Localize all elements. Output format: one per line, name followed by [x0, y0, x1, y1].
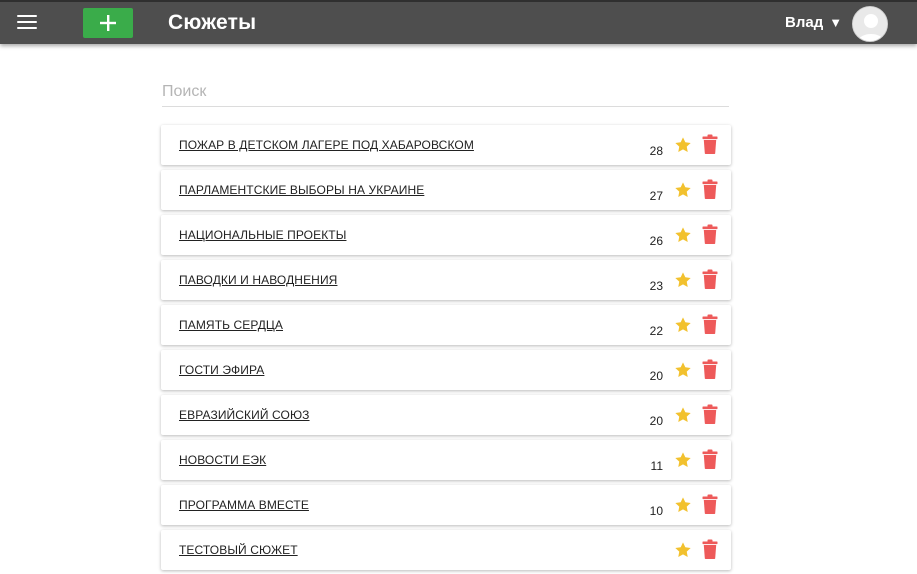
story-count: 28 [649, 144, 663, 158]
story-count: 11 [650, 459, 663, 473]
star-icon[interactable] [674, 451, 692, 469]
avatar[interactable] [852, 6, 888, 42]
caret-down-icon: ▼ [829, 15, 843, 30]
story-count: 26 [649, 234, 663, 248]
star-icon[interactable] [674, 361, 692, 379]
story-count: 22 [649, 324, 663, 338]
trash-icon[interactable] [702, 269, 718, 289]
list-item: ПОЖАР В ДЕТСКОМ ЛАГЕРЕ ПОД ХАБАРОВСКОМ 2… [161, 125, 731, 165]
trash-icon[interactable] [702, 539, 718, 559]
star-icon[interactable] [674, 181, 692, 199]
story-count: 10 [649, 504, 663, 518]
story-title-link[interactable]: ГОСТИ ЭФИРА [179, 363, 264, 377]
story-title-link[interactable]: ЕВРАЗИЙСКИЙ СОЮЗ [179, 408, 310, 422]
list-item: ЕВРАЗИЙСКИЙ СОЮЗ 20 [161, 395, 731, 435]
trash-icon[interactable] [702, 134, 718, 154]
search-input[interactable] [162, 80, 729, 104]
trash-icon[interactable] [702, 224, 718, 244]
plus-icon [100, 15, 116, 31]
add-story-button[interactable] [83, 8, 133, 38]
trash-icon[interactable] [702, 314, 718, 334]
user-menu[interactable]: Влад ▼ [785, 14, 842, 31]
page-title: Сюжеты [168, 11, 257, 34]
story-title-link[interactable]: НОВОСТИ ЕЭК [179, 453, 266, 467]
story-title-link[interactable]: ПРОГРАММА ВМЕСТЕ [179, 498, 309, 512]
star-icon[interactable] [674, 226, 692, 244]
story-count: 23 [649, 279, 663, 293]
story-title-link[interactable]: ТЕСТОВЫЙ СЮЖЕТ [179, 543, 298, 557]
star-icon[interactable] [674, 406, 692, 424]
story-count: 20 [649, 369, 663, 383]
story-title-link[interactable]: ПАВОДКИ И НАВОДНЕНИЯ [179, 273, 337, 287]
hamburger-menu-icon[interactable] [17, 13, 39, 31]
user-avatar-icon [853, 7, 887, 41]
star-icon[interactable] [674, 541, 692, 559]
user-name: Влад [785, 14, 824, 31]
star-icon[interactable] [674, 271, 692, 289]
trash-icon[interactable] [702, 494, 718, 514]
trash-icon[interactable] [702, 404, 718, 424]
list-item: НОВОСТИ ЕЭК 11 [161, 440, 731, 480]
list-item: НАЦИОНАЛЬНЫЕ ПРОЕКТЫ 26 [161, 215, 731, 255]
list-item: ГОСТИ ЭФИРА 20 [161, 350, 731, 390]
star-icon[interactable] [674, 136, 692, 154]
list-item: ПАМЯТЬ СЕРДЦА 22 [161, 305, 731, 345]
trash-icon[interactable] [702, 179, 718, 199]
list-item: ТЕСТОВЫЙ СЮЖЕТ [161, 530, 731, 570]
list-item: ПРОГРАММА ВМЕСТЕ 10 [161, 485, 731, 525]
story-title-link[interactable]: ПАРЛАМЕНТСКИЕ ВЫБОРЫ НА УКРАИНЕ [179, 183, 424, 197]
story-count: 20 [649, 414, 663, 428]
story-title-link[interactable]: НАЦИОНАЛЬНЫЕ ПРОЕКТЫ [179, 228, 346, 242]
star-icon[interactable] [674, 316, 692, 334]
search-field [162, 80, 729, 107]
top-bar: Сюжеты Влад ▼ [0, 0, 917, 44]
story-title-link[interactable]: ПАМЯТЬ СЕРДЦА [179, 318, 283, 332]
trash-icon[interactable] [702, 449, 718, 469]
star-icon[interactable] [674, 496, 692, 514]
list-item: ПАВОДКИ И НАВОДНЕНИЯ 23 [161, 260, 731, 300]
story-title-link[interactable]: ПОЖАР В ДЕТСКОМ ЛАГЕРЕ ПОД ХАБАРОВСКОМ [179, 138, 474, 152]
story-count: 27 [649, 189, 663, 203]
trash-icon[interactable] [702, 359, 718, 379]
list-item: ПАРЛАМЕНТСКИЕ ВЫБОРЫ НА УКРАИНЕ 27 [161, 170, 731, 210]
story-list: ПОЖАР В ДЕТСКОМ ЛАГЕРЕ ПОД ХАБАРОВСКОМ 2… [161, 125, 731, 574]
